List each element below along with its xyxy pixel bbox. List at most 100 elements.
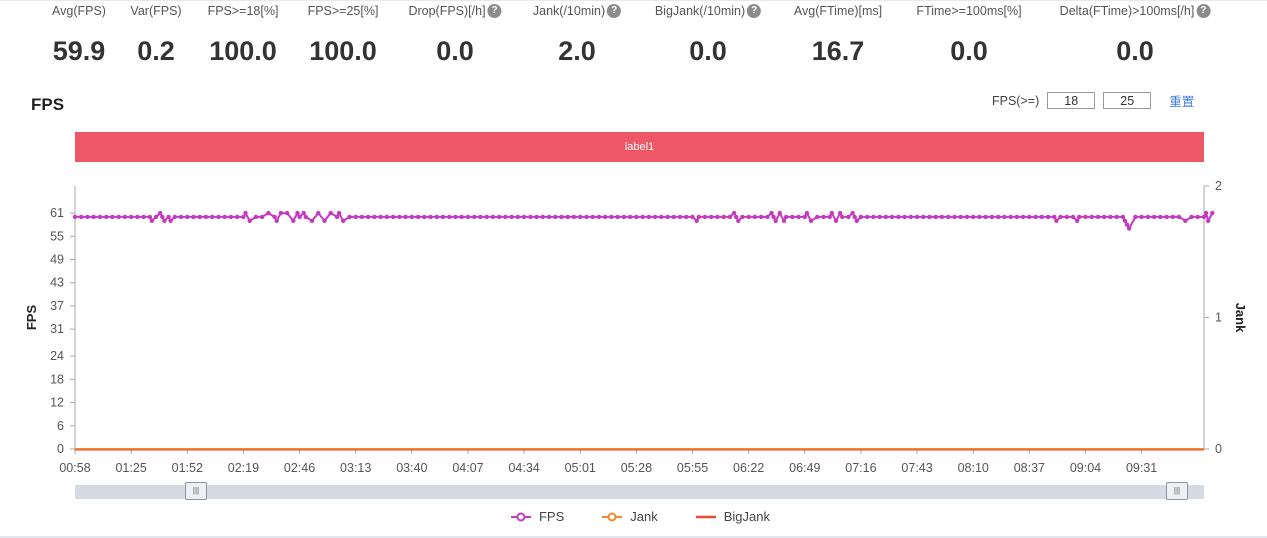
fps-point xyxy=(1176,214,1182,220)
fps-point xyxy=(459,214,464,220)
fps-point xyxy=(1205,218,1211,223)
fps-point xyxy=(790,214,795,220)
fps-point xyxy=(783,214,789,220)
zoom-slider-right-handle[interactable]: ||| xyxy=(1166,482,1188,500)
fps-point xyxy=(540,214,545,220)
fps-point xyxy=(453,214,458,220)
fps-chart[interactable]: 0612182431374349556101200:58 01:25 01:52 02… xyxy=(0,0,1267,538)
fps-point xyxy=(316,210,321,216)
fps-point xyxy=(1083,214,1088,220)
fps-point xyxy=(336,210,342,216)
fps-point xyxy=(1045,214,1051,220)
zoom-slider-track[interactable] xyxy=(75,485,1204,499)
fps-point xyxy=(97,214,103,220)
legend-item-jank[interactable]: Jank xyxy=(602,509,658,524)
fps-point xyxy=(553,214,558,220)
fps-point xyxy=(422,214,427,220)
legend-label-jank: Jank xyxy=(630,509,658,524)
fps-point xyxy=(472,214,477,220)
y2-tick-label: 0 xyxy=(1215,442,1222,456)
fps-point xyxy=(103,214,109,220)
fps-point xyxy=(964,214,970,220)
x-tick-label: 09:04 xyxy=(1070,461,1101,475)
x-tick-label: 03:13 xyxy=(340,461,371,475)
fps-point xyxy=(403,214,408,220)
fps-point xyxy=(303,214,308,220)
chart-legend: FPS Jank BigJank xyxy=(0,509,1267,524)
fps-point xyxy=(78,214,84,220)
fps-point xyxy=(168,218,173,223)
fps-point xyxy=(1203,210,1209,216)
fps-point xyxy=(1164,214,1169,220)
fps-point xyxy=(390,214,396,220)
fps-point xyxy=(366,214,371,220)
fps-point xyxy=(727,214,733,220)
fps-point xyxy=(802,214,807,220)
zoom-slider-left-handle[interactable]: ||| xyxy=(185,482,207,500)
fps-point xyxy=(291,218,296,223)
legend-jank-marker xyxy=(602,512,623,521)
fps-point xyxy=(914,214,920,220)
fps-point xyxy=(378,214,383,220)
fps-point xyxy=(1014,214,1020,220)
x-tick-label: 07:16 xyxy=(845,461,876,475)
fps-point xyxy=(141,214,146,220)
fps-point xyxy=(1074,218,1080,223)
fps-point xyxy=(328,210,333,216)
fps-point xyxy=(804,210,810,216)
fps-point xyxy=(771,214,776,220)
fps-point xyxy=(153,214,159,220)
fps-point xyxy=(627,214,633,220)
fps-point xyxy=(829,210,834,216)
legend-item-fps[interactable]: FPS xyxy=(510,509,564,524)
y-tick-label: 0 xyxy=(57,442,64,456)
fps-point xyxy=(1210,210,1215,216)
x-tick-label: 02:19 xyxy=(228,461,259,475)
fps-point xyxy=(209,214,215,220)
fps-point xyxy=(996,214,1001,220)
fps-point xyxy=(852,214,857,220)
y-tick-label: 31 xyxy=(50,322,64,336)
fps-point xyxy=(983,214,988,220)
fps-point xyxy=(278,210,283,216)
fps-point xyxy=(440,214,446,220)
fps-point xyxy=(447,214,452,220)
fps-point xyxy=(827,214,832,220)
fps-point xyxy=(902,214,907,220)
fps-point xyxy=(1133,214,1138,220)
legend-bigjank-marker xyxy=(695,515,716,518)
fps-point xyxy=(671,214,676,220)
fps-point xyxy=(341,218,346,223)
x-tick-label: 03:40 xyxy=(396,461,427,475)
fps-point xyxy=(110,214,115,220)
fps-point xyxy=(243,210,248,216)
fps-point xyxy=(665,214,670,220)
fps-point xyxy=(684,214,689,220)
fps-point xyxy=(777,210,782,216)
fps-point xyxy=(796,214,801,220)
fps-point xyxy=(515,214,521,220)
x-tick-label: 07:43 xyxy=(901,461,932,475)
fps-point xyxy=(971,214,976,220)
fps-point xyxy=(565,214,570,220)
fps-point xyxy=(509,214,514,220)
fps-point xyxy=(284,210,290,216)
fps-point xyxy=(266,210,271,216)
fps-point xyxy=(908,214,913,220)
fps-point xyxy=(840,214,845,220)
fps-point xyxy=(1033,214,1038,220)
fps-point xyxy=(222,214,227,220)
fps-point xyxy=(865,214,870,220)
x-tick-label: 04:07 xyxy=(452,461,483,475)
legend-label-bigjank: BigJank xyxy=(723,509,770,524)
fps-point xyxy=(1027,214,1032,220)
fps-point xyxy=(833,218,839,223)
fps-point xyxy=(939,214,945,220)
fps-point xyxy=(946,214,951,220)
fps-point xyxy=(1151,214,1157,220)
fps-point xyxy=(91,214,96,220)
fps-point xyxy=(409,214,414,220)
fps-point xyxy=(846,214,851,220)
y-tick-label: 24 xyxy=(50,349,64,363)
legend-item-bigjank[interactable]: BigJank xyxy=(695,509,770,524)
